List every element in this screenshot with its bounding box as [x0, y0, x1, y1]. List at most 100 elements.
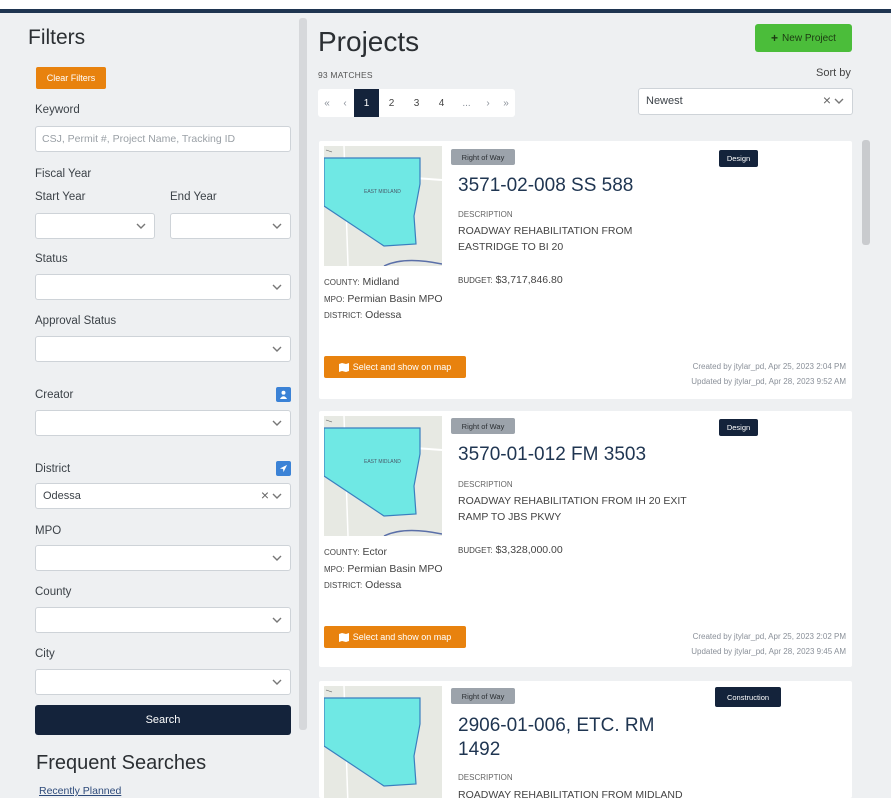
- chevron-down-icon: [272, 493, 282, 499]
- select-show-map-button[interactable]: Select and show on map: [324, 626, 466, 648]
- project-budget: BUDGET: $3,717,846.80: [458, 274, 563, 286]
- audit-info: Created by jtylar_pd, Apr 25, 2023 2:04 …: [691, 359, 846, 389]
- search-button[interactable]: Search: [35, 705, 291, 735]
- project-map-thumbnail[interactable]: EAST MIDLAND: [324, 416, 442, 536]
- clear-icon[interactable]: ×: [823, 92, 831, 108]
- county-value: Midland: [362, 276, 400, 288]
- city-select[interactable]: [35, 669, 291, 695]
- new-project-button[interactable]: + New Project: [755, 24, 852, 52]
- pager-ellipsis: ...: [462, 97, 471, 109]
- project-map-thumbnail[interactable]: EAST MIDLAND: [324, 146, 442, 266]
- keyword-placeholder: CSJ, Permit #, Project Name, Tracking ID: [42, 133, 236, 145]
- district-value: Odessa: [365, 579, 402, 592]
- category-badge: Right of Way: [451, 149, 515, 165]
- user-icon[interactable]: [276, 387, 291, 402]
- county-key: COUNTY:: [324, 548, 360, 557]
- county-key: COUNTY:: [324, 278, 360, 287]
- chevron-down-icon: [136, 223, 146, 229]
- clear-icon[interactable]: ×: [261, 487, 269, 503]
- district-value: Odessa: [365, 309, 402, 322]
- phase-badge: Construction: [715, 687, 781, 707]
- page-3-button[interactable]: 3: [404, 89, 429, 117]
- page-2-button[interactable]: 2: [379, 89, 404, 117]
- mpo-key: MPO:: [324, 564, 345, 574]
- project-card: Right of Way Construction 2906-01-006, E…: [319, 681, 852, 798]
- updated-by: Updated by jtylar_pd, Apr 28, 2023 9:52 …: [691, 377, 846, 387]
- project-card: EAST MIDLAND Right of Way Design 3570-01…: [319, 411, 852, 667]
- svg-text:EAST MIDLAND: EAST MIDLAND: [364, 189, 401, 195]
- approval-status-select[interactable]: [35, 336, 291, 362]
- phase-badge: Design: [719, 419, 758, 436]
- mpo-select[interactable]: [35, 545, 291, 571]
- sidebar-scrollbar[interactable]: [299, 18, 307, 730]
- fiscal-year-label: Fiscal Year: [35, 168, 92, 180]
- chevron-down-icon: [272, 555, 282, 561]
- end-year-select[interactable]: [170, 213, 291, 239]
- sort-by-label: Sort by: [816, 67, 851, 79]
- first-page-button[interactable]: «: [318, 89, 336, 117]
- plus-icon: +: [771, 31, 779, 45]
- project-description: ROADWAY REHABILITATION FROM EASTRIDGE TO…: [458, 225, 633, 254]
- category-badge: Right of Way: [451, 418, 515, 434]
- project-location-meta: COUNTY: Midland MPO: Permian Basin MPO D…: [324, 274, 444, 324]
- top-bar: [0, 0, 891, 9]
- sort-select[interactable]: Newest ×: [638, 88, 853, 115]
- county-value: Ector: [362, 546, 387, 558]
- project-map-thumbnail[interactable]: [324, 686, 442, 798]
- project-title[interactable]: 2906-01-006, ETC. RM 1492: [458, 714, 698, 762]
- prev-page-button[interactable]: ‹: [336, 89, 354, 117]
- budget-label: BUDGET:: [458, 546, 493, 555]
- district-value: Odessa: [43, 490, 81, 502]
- clear-filters-button[interactable]: Clear Filters: [36, 67, 106, 89]
- select-show-map-label: Select and show on map: [352, 632, 452, 642]
- mpo-key: MPO:: [324, 294, 345, 304]
- creator-label: Creator: [35, 389, 74, 401]
- budget-value: $3,328,000.00: [495, 544, 563, 556]
- status-label: Status: [35, 253, 68, 265]
- chevron-down-icon: [272, 420, 282, 426]
- select-show-map-label: Select and show on map: [352, 362, 452, 372]
- chevron-down-icon: [272, 617, 282, 623]
- district-select[interactable]: Odessa ×: [35, 483, 291, 509]
- new-project-label: New Project: [782, 32, 836, 44]
- filters-title: Filters: [28, 26, 86, 49]
- project-budget: BUDGET: $3,328,000.00: [458, 544, 563, 556]
- county-label: County: [35, 586, 72, 598]
- last-page-button[interactable]: »: [497, 89, 515, 117]
- end-year-label: End Year: [170, 191, 217, 203]
- district-key: DISTRICT:: [324, 311, 363, 321]
- recently-planned-link[interactable]: Recently Planned: [39, 785, 121, 797]
- chevron-down-icon: [272, 346, 282, 352]
- chevron-down-icon: [272, 223, 282, 229]
- budget-label: BUDGET:: [458, 276, 493, 285]
- status-select[interactable]: [35, 274, 291, 300]
- chevron-down-icon: [272, 679, 282, 685]
- district-key: DISTRICT:: [324, 581, 363, 591]
- creator-select[interactable]: [35, 410, 291, 436]
- mpo-label: MPO: [35, 525, 62, 537]
- phase-badge: Design: [719, 150, 758, 167]
- location-arrow-icon[interactable]: [276, 461, 291, 476]
- project-title[interactable]: 3570-01-012 FM 3503: [458, 443, 646, 467]
- page-title: Projects: [318, 26, 420, 57]
- main-scrollbar[interactable]: [862, 140, 870, 245]
- keyword-input[interactable]: CSJ, Permit #, Project Name, Tracking ID: [35, 126, 291, 152]
- created-by: Created by jtylar_pd, Apr 25, 2023 2:04 …: [692, 362, 846, 371]
- mpo-value: Permian Basin MPO: [347, 292, 443, 305]
- project-card: EAST MIDLAND Right of Way Design 3571-02…: [319, 141, 852, 399]
- select-show-map-button[interactable]: Select and show on map: [324, 356, 466, 378]
- project-description: ROADWAY REHABILITATION FROM IH 20 EXIT R…: [458, 495, 687, 524]
- project-location-meta: COUNTY: Ector MPO: Permian Basin MPO DIS…: [324, 544, 444, 594]
- audit-info: Created by jtylar_pd, Apr 25, 2023 2:02 …: [691, 629, 846, 659]
- match-count: 93 MATCHES: [318, 70, 373, 80]
- keyword-label: Keyword: [35, 104, 80, 116]
- page-4-button[interactable]: 4: [429, 89, 454, 117]
- description-label: DESCRIPTION: [458, 210, 513, 219]
- next-page-button[interactable]: ›: [479, 89, 497, 117]
- county-select[interactable]: [35, 607, 291, 633]
- top-accent-line: [0, 9, 891, 13]
- start-year-select[interactable]: [35, 213, 155, 239]
- chevron-down-icon: [272, 284, 282, 290]
- project-title[interactable]: 3571-02-008 SS 588: [458, 174, 633, 198]
- page-1-button[interactable]: 1: [354, 89, 379, 117]
